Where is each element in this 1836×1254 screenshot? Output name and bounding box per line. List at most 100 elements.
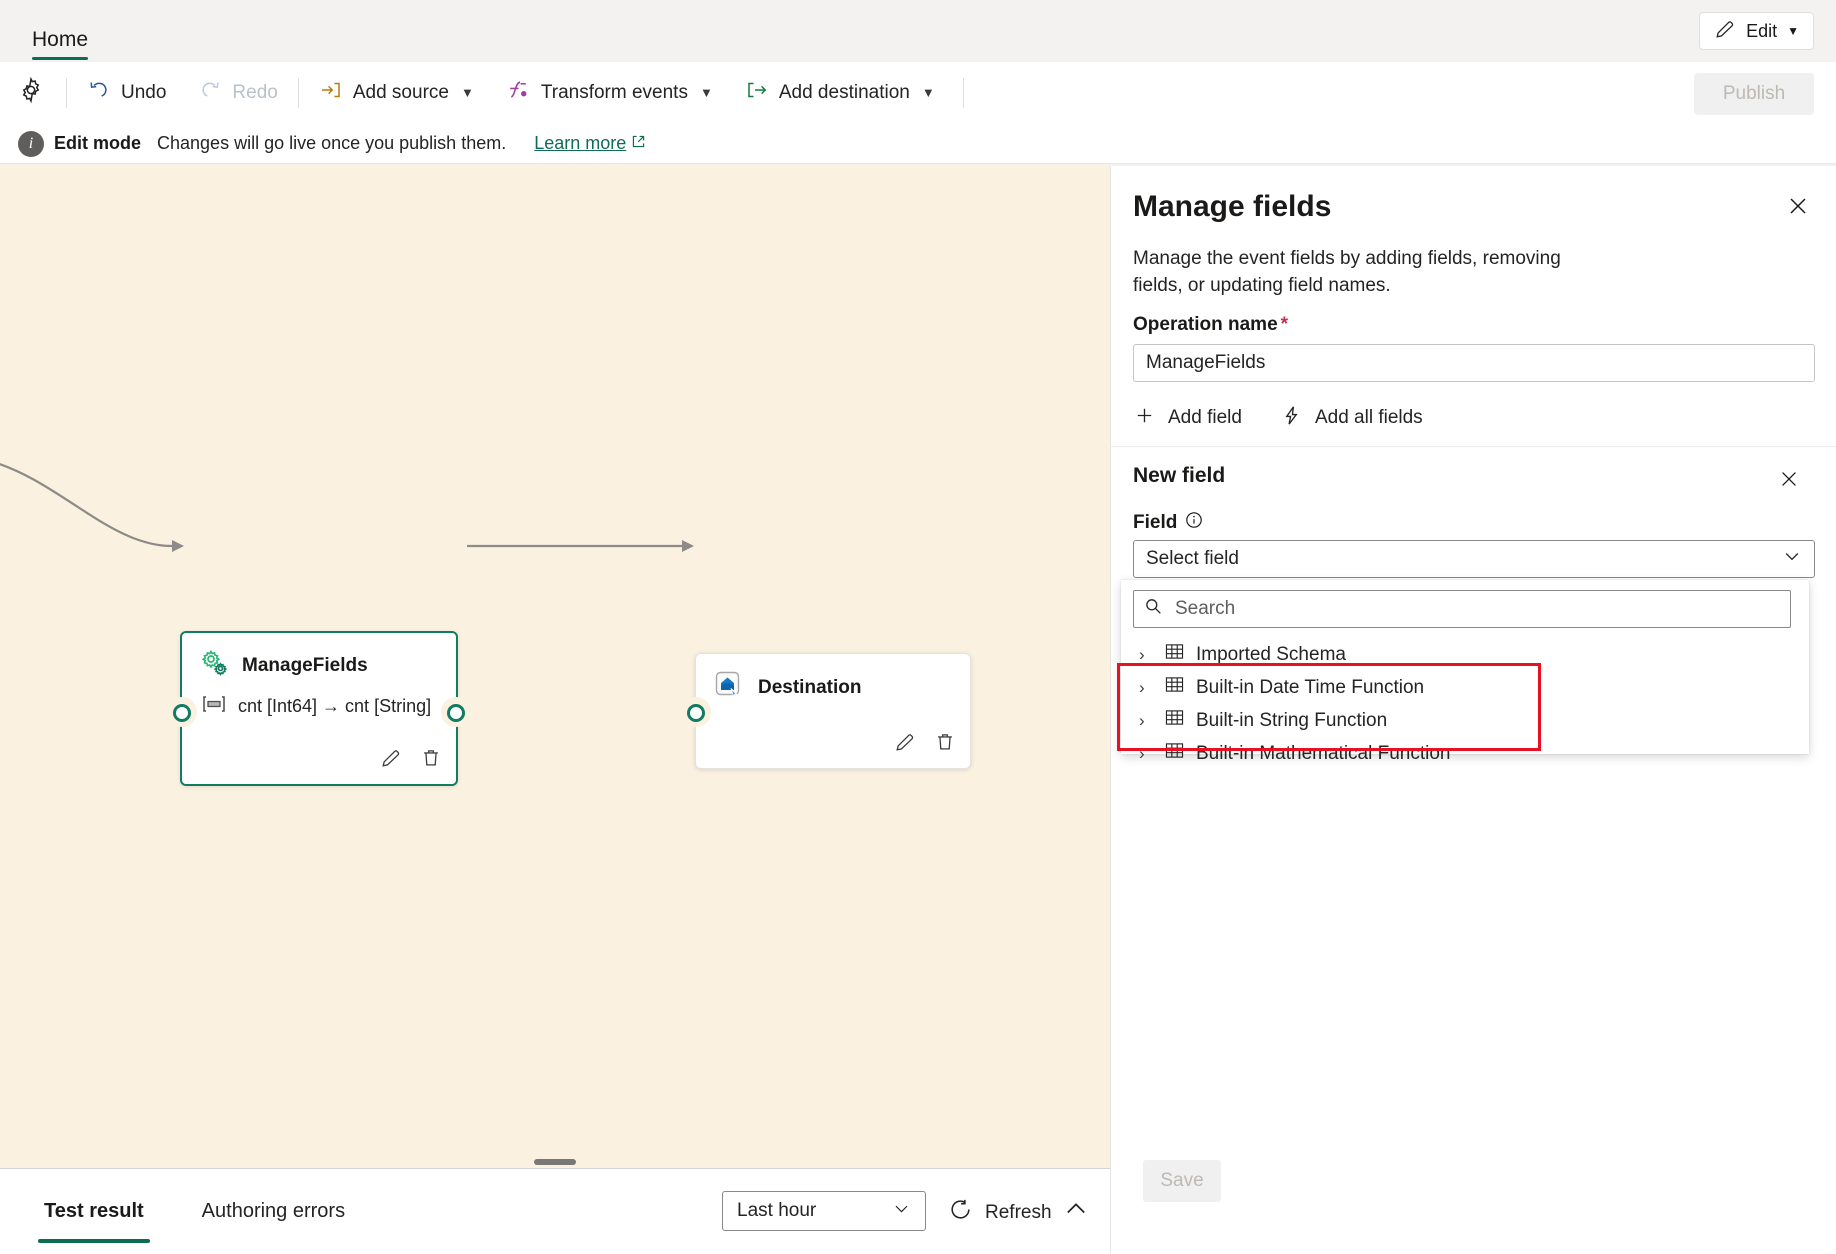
bottom-results-bar: Test result Authoring errors Last hour R… bbox=[0, 1168, 1110, 1254]
dropdown-search-box[interactable] bbox=[1133, 590, 1791, 628]
chevron-down-icon: ▼ bbox=[700, 85, 713, 100]
add-source-button[interactable]: Add source ▼ bbox=[307, 73, 486, 113]
required-asterisk: * bbox=[1281, 314, 1288, 335]
close-icon[interactable] bbox=[1786, 194, 1810, 218]
flow-canvas[interactable]: ManageFields cnt [Int64] → cnt [String] bbox=[0, 166, 1110, 1168]
settings-gears-icon bbox=[200, 649, 228, 682]
search-input[interactable] bbox=[1173, 597, 1780, 621]
delete-icon[interactable] bbox=[934, 731, 956, 758]
save-button[interactable]: Save bbox=[1143, 1160, 1221, 1202]
separator bbox=[298, 78, 299, 108]
chevron-down-icon: ▼ bbox=[461, 85, 474, 100]
field-mapping-icon bbox=[202, 694, 226, 719]
add-source-icon bbox=[319, 78, 343, 108]
panel-description: Manage the event fields by adding fields… bbox=[1133, 246, 1563, 300]
transform-events-label: Transform events bbox=[541, 82, 688, 104]
edit-icon[interactable] bbox=[894, 731, 916, 758]
dropdown-item-list: › Imported Schema › bbox=[1121, 638, 1809, 770]
transform-events-button[interactable]: Transform events ▼ bbox=[494, 73, 725, 113]
add-destination-label: Add destination bbox=[779, 82, 910, 104]
dropdown-item-label: Built-in Mathematical Function bbox=[1196, 743, 1451, 765]
field-actions-row: Add field Add all fields bbox=[1133, 394, 1836, 442]
node-managefields-mapping-text: cnt [Int64] → cnt [String] bbox=[238, 696, 431, 717]
edit-mode-message: Changes will go live once you publish th… bbox=[157, 133, 506, 154]
chevron-right-icon[interactable]: › bbox=[1139, 678, 1153, 698]
delete-icon[interactable] bbox=[420, 747, 442, 774]
tab-test-result-label: Test result bbox=[44, 1200, 144, 1223]
chevron-up-icon bbox=[1062, 1210, 1090, 1227]
add-field-button[interactable]: Add field bbox=[1133, 404, 1242, 433]
command-bar: Undo Redo Add source ▼ bbox=[0, 62, 1836, 124]
table-icon bbox=[1165, 676, 1184, 699]
redo-label: Redo bbox=[232, 82, 277, 104]
edit-button[interactable]: Edit ▼ bbox=[1699, 12, 1814, 50]
add-field-label: Add field bbox=[1168, 407, 1242, 429]
dropdown-item-label: Built-in String Function bbox=[1196, 710, 1387, 732]
select-field-dropdown[interactable]: Select field bbox=[1133, 540, 1815, 578]
collapse-panel-button[interactable] bbox=[1062, 1195, 1090, 1228]
operation-name-label-text: Operation name bbox=[1133, 314, 1278, 335]
edit-mode-title: Edit mode bbox=[54, 133, 141, 154]
tab-test-result[interactable]: Test result bbox=[38, 1169, 150, 1254]
search-icon bbox=[1144, 597, 1163, 621]
add-destination-button[interactable]: Add destination ▼ bbox=[733, 73, 947, 113]
info-circle-icon[interactable] bbox=[1185, 511, 1203, 535]
select-field-value: Select field bbox=[1146, 548, 1239, 570]
node-managefields-actions bbox=[380, 747, 442, 774]
undo-label: Undo bbox=[121, 82, 166, 104]
node-managefields[interactable]: ManageFields cnt [Int64] → cnt [String] bbox=[180, 631, 458, 786]
chevron-down-icon bbox=[892, 1199, 911, 1224]
canvas-scroll-handle[interactable] bbox=[534, 1159, 576, 1165]
external-link-icon bbox=[631, 133, 646, 154]
chevron-down-icon: ▼ bbox=[1787, 24, 1799, 38]
time-range-value: Last hour bbox=[737, 1200, 816, 1222]
operation-name-input[interactable] bbox=[1133, 344, 1815, 382]
operation-name-label: Operation name* bbox=[1133, 314, 1288, 336]
refresh-label: Refresh bbox=[985, 1202, 1052, 1224]
settings-gear-button[interactable] bbox=[0, 62, 62, 123]
node-destination-title: Destination bbox=[758, 677, 861, 699]
edit-button-label: Edit bbox=[1746, 21, 1777, 42]
dropdown-item-label: Imported Schema bbox=[1196, 644, 1346, 666]
time-range-select[interactable]: Last hour bbox=[722, 1191, 926, 1231]
plus-icon bbox=[1133, 404, 1156, 433]
node-destination-input-port[interactable] bbox=[687, 704, 705, 722]
chevron-down-icon: ▼ bbox=[922, 85, 935, 100]
separator bbox=[66, 78, 67, 108]
node-destination-header: Destination bbox=[696, 654, 970, 705]
pencil-icon bbox=[1714, 18, 1736, 45]
dropdown-item-built-in-string-function[interactable]: › Built-in String Function bbox=[1121, 704, 1809, 737]
node-managefields-input-port[interactable] bbox=[173, 704, 191, 722]
publish-button[interactable]: Publish bbox=[1694, 73, 1814, 115]
chevron-right-icon[interactable]: › bbox=[1139, 645, 1153, 665]
node-destination[interactable]: Destination bbox=[695, 653, 971, 769]
new-field-title: New field bbox=[1133, 464, 1225, 488]
refresh-icon bbox=[948, 1197, 973, 1228]
dropdown-item-built-in-mathematical-function[interactable]: › Built-in Mathematical Function bbox=[1121, 737, 1809, 770]
tab-authoring-errors[interactable]: Authoring errors bbox=[196, 1169, 351, 1254]
node-managefields-mapping: cnt [Int64] → cnt [String] bbox=[182, 682, 456, 719]
learn-more-label: Learn more bbox=[534, 133, 626, 154]
chevron-right-icon[interactable]: › bbox=[1139, 711, 1153, 731]
dropdown-item-built-in-date-time-function[interactable]: › Built-in Date Time Function bbox=[1121, 671, 1809, 704]
add-all-fields-button[interactable]: Add all fields bbox=[1280, 404, 1423, 433]
chevron-right-icon[interactable]: › bbox=[1139, 744, 1153, 764]
node-destination-actions bbox=[894, 731, 956, 758]
field-label: Field bbox=[1133, 511, 1203, 535]
new-field-close-icon[interactable] bbox=[1778, 468, 1800, 490]
dropdown-item-imported-schema[interactable]: › Imported Schema bbox=[1121, 638, 1809, 671]
dropdown-item-label: Built-in Date Time Function bbox=[1196, 677, 1424, 699]
tab-authoring-errors-label: Authoring errors bbox=[202, 1200, 345, 1223]
table-icon bbox=[1165, 742, 1184, 765]
edit-icon[interactable] bbox=[380, 747, 402, 774]
table-icon bbox=[1165, 643, 1184, 666]
tab-home[interactable]: Home bbox=[24, 28, 96, 62]
learn-more-link[interactable]: Learn more bbox=[534, 133, 646, 154]
undo-button[interactable]: Undo bbox=[75, 73, 178, 113]
gear-icon bbox=[17, 76, 45, 109]
field-label-text: Field bbox=[1133, 512, 1177, 534]
manage-fields-panel: Manage fields Manage the event fields by… bbox=[1110, 166, 1836, 1254]
refresh-button[interactable]: Refresh bbox=[948, 1197, 1052, 1228]
node-managefields-output-port[interactable] bbox=[447, 704, 465, 722]
redo-button[interactable]: Redo bbox=[186, 73, 289, 113]
